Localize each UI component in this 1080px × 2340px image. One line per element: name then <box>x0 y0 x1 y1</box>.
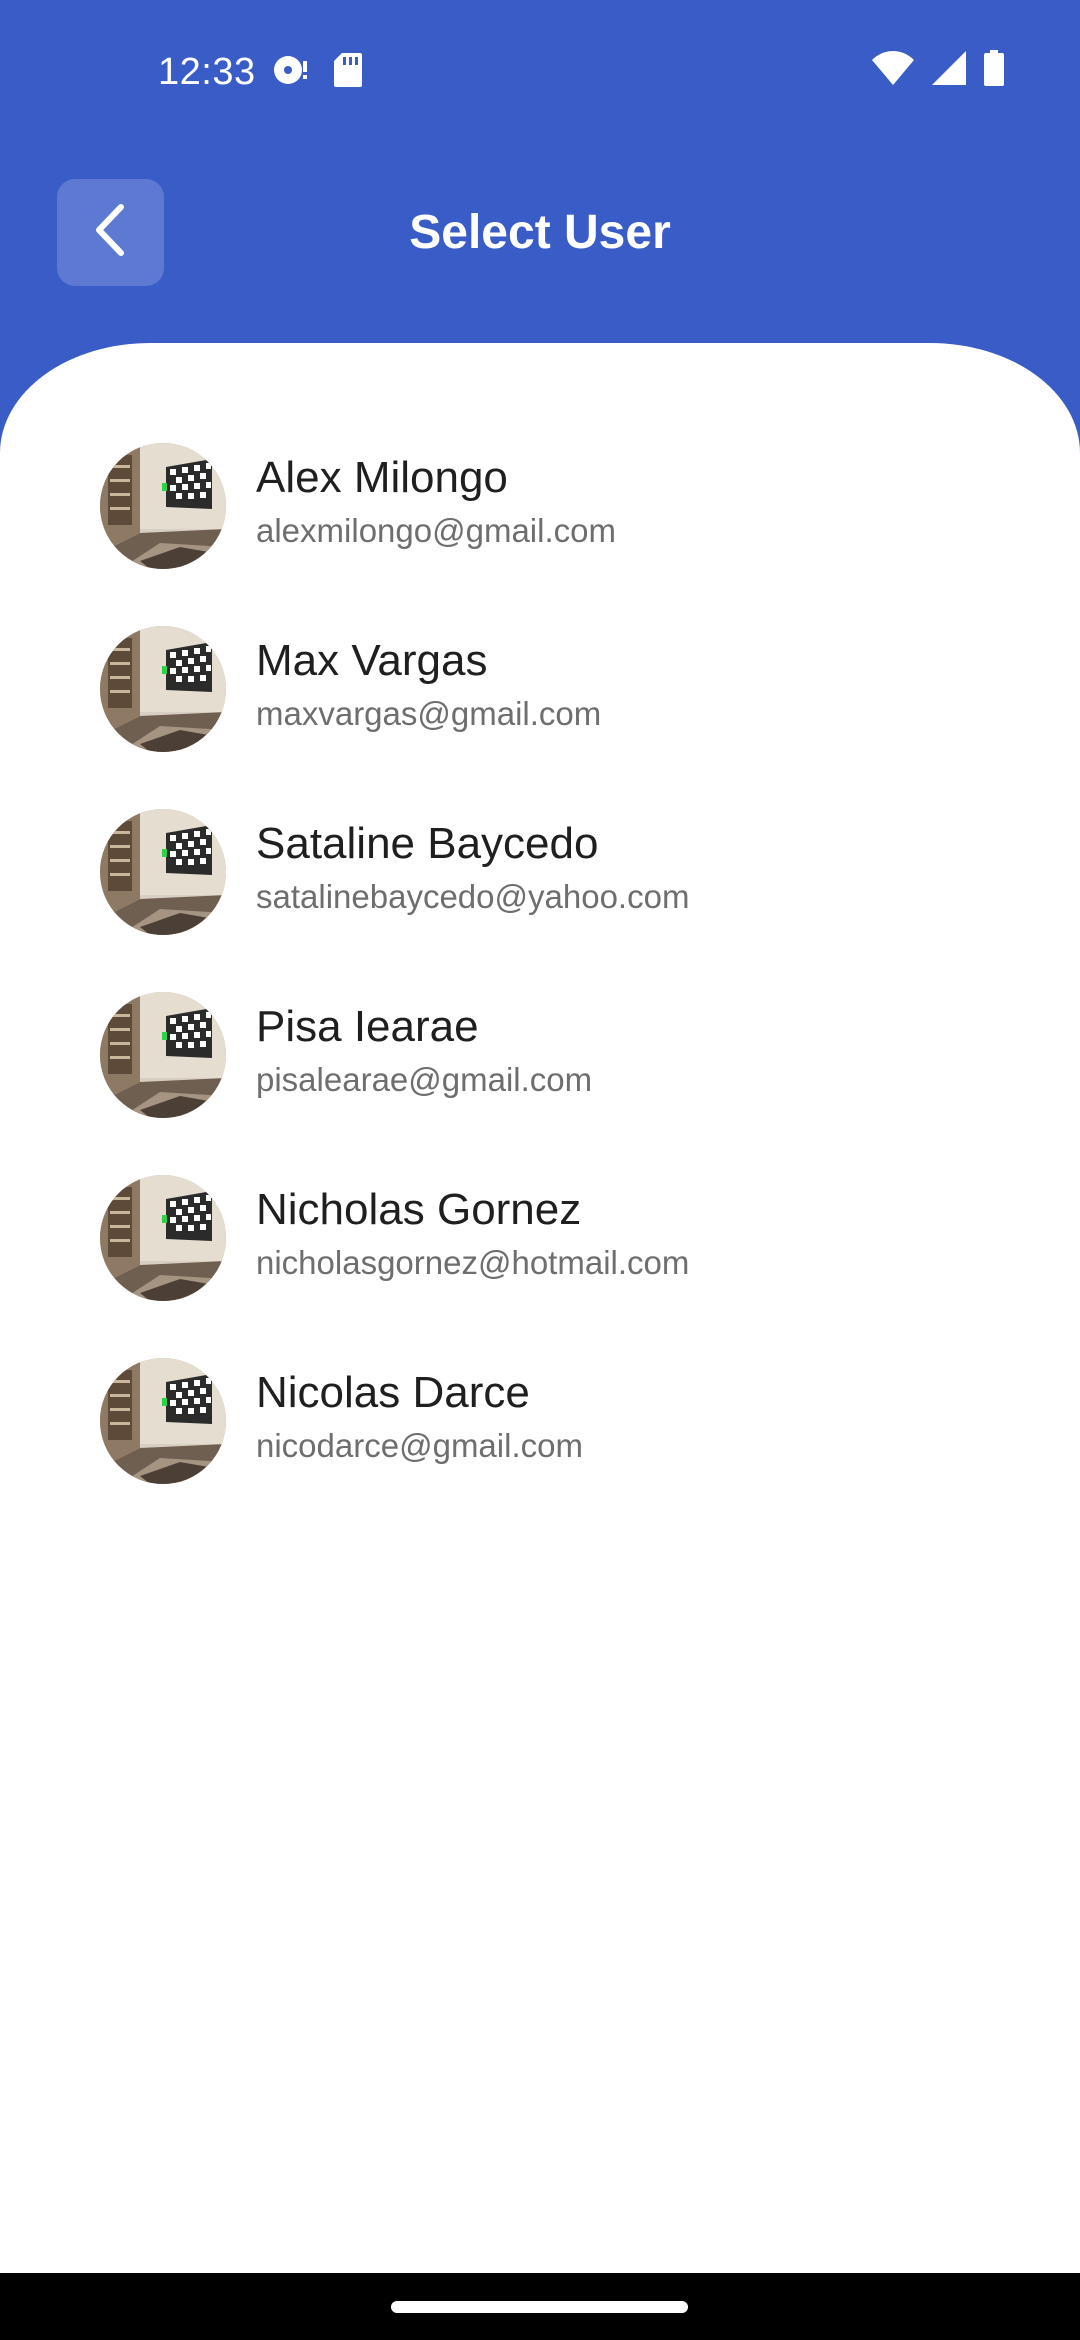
sd-card-icon <box>334 53 362 92</box>
user-list-item[interactable]: Nicolas Darce nicodarce@gmail.com <box>0 1330 1080 1513</box>
user-email: alexmilongo@gmail.com <box>256 512 616 549</box>
user-name: Nicholas Gornez <box>256 1185 582 1234</box>
avatar <box>100 626 226 752</box>
user-email: satalinebaycedo@yahoo.com <box>256 878 690 915</box>
user-list-item[interactable]: Alex Milongo alexmilongo@gmail.com <box>0 415 1080 598</box>
app-header: Select User <box>0 140 1080 340</box>
avatar <box>100 1175 226 1301</box>
status-time: 12:33 <box>158 51 256 93</box>
home-indicator[interactable] <box>391 2301 688 2313</box>
user-list-item[interactable]: Sataline Baycedo satalinebaycedo@yahoo.c… <box>0 781 1080 964</box>
page-title: Select User <box>409 206 671 259</box>
media-sync-icon <box>272 52 308 93</box>
navigation-bar <box>0 2273 1080 2340</box>
wifi-icon <box>872 51 914 90</box>
avatar <box>100 809 226 935</box>
user-name: Sataline Baycedo <box>256 819 599 868</box>
battery-icon <box>984 50 1004 91</box>
user-email: nicodarce@gmail.com <box>256 1427 583 1464</box>
user-email: maxvargas@gmail.com <box>256 695 602 732</box>
user-email: pisalearae@gmail.com <box>256 1061 593 1098</box>
user-name: Alex Milongo <box>256 453 508 502</box>
user-list-item[interactable]: Max Vargas maxvargas@gmail.com <box>0 598 1080 781</box>
avatar <box>100 1358 226 1484</box>
content-sheet: Alex Milongo alexmilongo@gmail.com Max V… <box>0 343 1080 2273</box>
status-bar: 12:33 <box>0 0 1080 140</box>
user-name: Nicolas Darce <box>256 1368 530 1417</box>
user-name: Pisa Iearae <box>256 1002 479 1051</box>
cell-signal-icon <box>932 51 966 90</box>
avatar <box>100 992 226 1118</box>
status-right-icons <box>872 50 1004 91</box>
user-list-item[interactable]: Nicholas Gornez nicholasgornez@hotmail.c… <box>0 1147 1080 1330</box>
user-list-item[interactable]: Pisa Iearae pisalearae@gmail.com <box>0 964 1080 1147</box>
user-name: Max Vargas <box>256 636 488 685</box>
avatar <box>100 443 226 569</box>
user-email: nicholasgornez@hotmail.com <box>256 1244 690 1281</box>
status-left-icons <box>272 52 362 93</box>
